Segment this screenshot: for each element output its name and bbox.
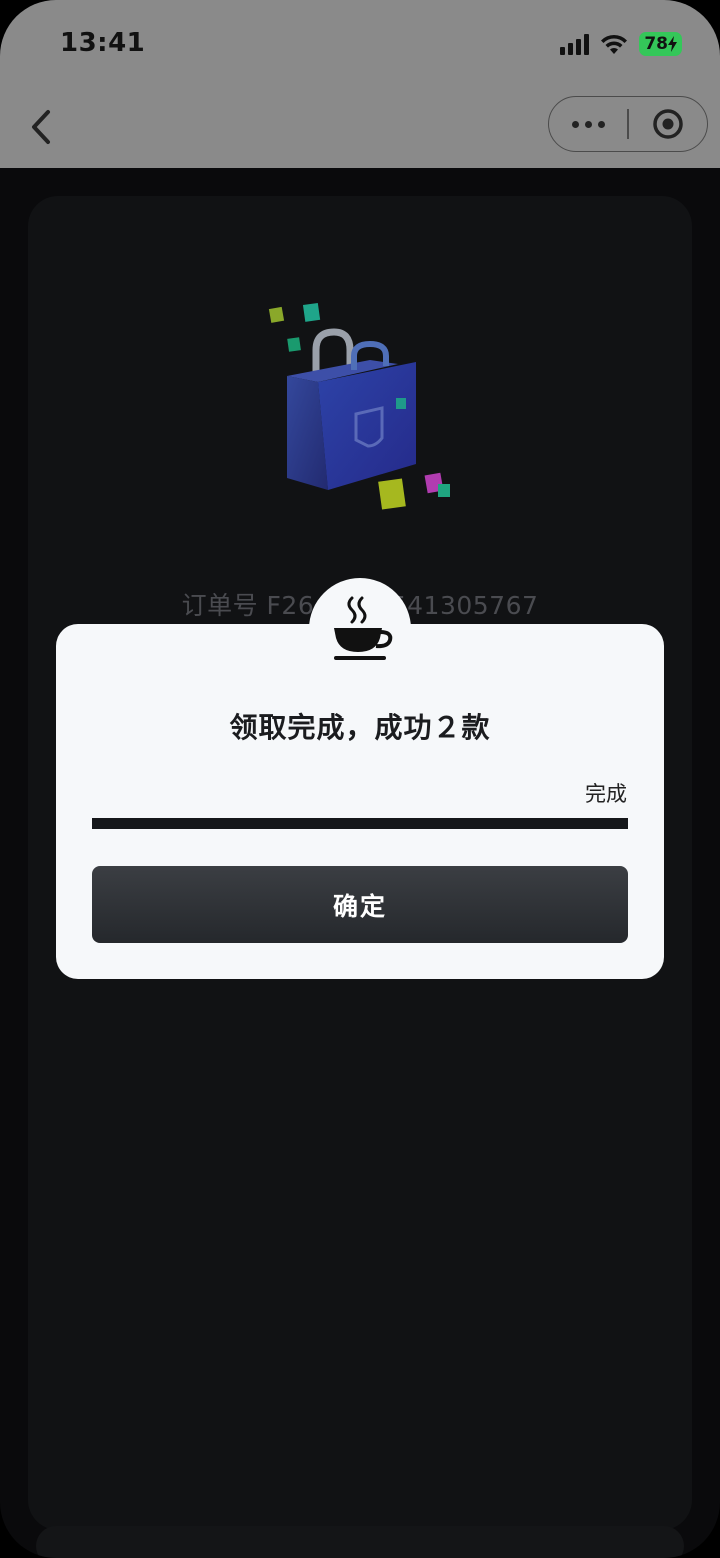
wifi-icon [601, 34, 628, 54]
cellular-signal-icon [560, 33, 590, 55]
battery-indicator: 78 [639, 32, 682, 56]
app-header: 13:41 78 [0, 0, 720, 168]
progress-bar [92, 818, 628, 829]
progress-fill [92, 818, 628, 829]
progress-label: 完成 [585, 782, 627, 806]
record-circle-icon[interactable] [629, 97, 707, 151]
charging-bolt-icon [668, 36, 677, 52]
status-icons: 78 [560, 32, 682, 56]
status-time: 13:41 [60, 28, 146, 58]
phone-screen: 13:41 78 订单号 F26 541305767 领取完成，成功２款 完成 … [0, 0, 720, 1558]
battery-level: 78 [644, 34, 668, 54]
back-button[interactable] [24, 106, 58, 148]
coffee-cup-icon [334, 596, 393, 660]
shopping-bag-illustration [268, 302, 450, 510]
mini-program-capsule [548, 96, 708, 152]
dialog-title: 领取完成，成功２款 [229, 711, 491, 744]
bottom-bar [36, 1526, 684, 1558]
more-dots-icon[interactable] [549, 97, 627, 151]
confirm-button[interactable]: 确定 [92, 866, 628, 943]
